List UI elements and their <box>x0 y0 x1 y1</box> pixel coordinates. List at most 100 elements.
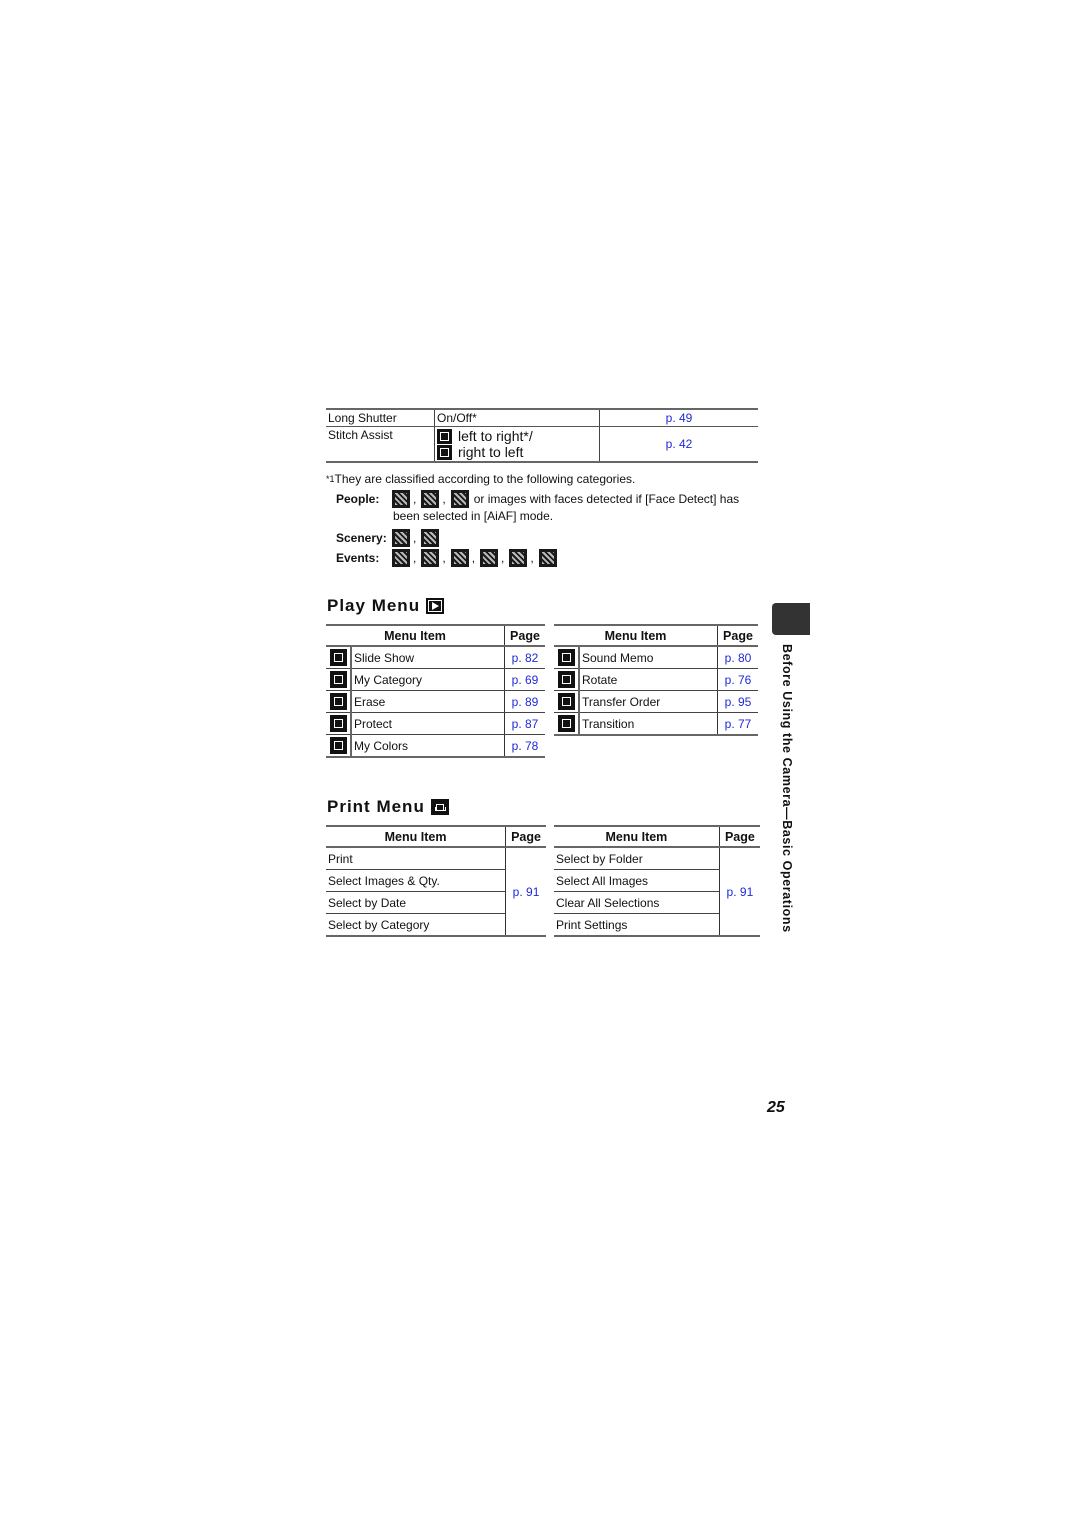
category-scenery: Scenery: , <box>326 529 766 547</box>
item-long-shutter: Long Shutter <box>326 408 435 427</box>
chapter-title-text: Before Using the Camera—Basic Operations <box>780 644 794 933</box>
table-row: Stitch Assist left to right*/ right to l… <box>326 426 758 463</box>
page-link[interactable]: p. 82 <box>504 646 545 669</box>
menu-item-label: Transition <box>579 712 718 736</box>
menu-item-label: Protect <box>351 712 505 735</box>
page-link[interactable]: p. 76 <box>717 668 758 691</box>
page-link[interactable]: p. 87 <box>504 712 545 735</box>
footnote: *1They are classified according to the f… <box>326 471 766 567</box>
section-title: Play Menu <box>327 596 421 615</box>
table-row: Sound Memo p. 80 <box>554 646 758 669</box>
stitch-right-to-left-icon <box>437 444 452 460</box>
page-link[interactable]: p. 42 <box>599 426 758 463</box>
column-header-menu-item: Menu Item <box>326 825 506 848</box>
page-link[interactable]: p. 69 <box>504 668 545 691</box>
column-header-page: Page <box>504 624 545 647</box>
page-link[interactable]: p. 78 <box>504 734 545 758</box>
foliage-icon <box>421 529 440 547</box>
menu-item-label: Select Images & Qty. <box>326 869 506 892</box>
page-link[interactable]: p. 80 <box>717 646 758 669</box>
column-header-menu-item: Menu Item <box>554 624 718 647</box>
kids-and-pets-icon <box>421 490 440 508</box>
sound-memo-icon <box>557 649 575 666</box>
landscape-icon <box>392 529 410 547</box>
menu-item-label: Transfer Order <box>579 690 718 713</box>
page-link[interactable]: p. 89 <box>504 690 545 713</box>
menu-item-label: Print Settings <box>554 913 720 937</box>
print-menu-table-left: Menu Item Page Print p. 91 Select Images… <box>326 825 546 937</box>
menu-item-label: My Colors <box>351 734 505 758</box>
table-row: Transfer Order p. 95 <box>554 690 758 713</box>
table-row: Transition p. 77 <box>554 712 758 736</box>
transfer-order-icon <box>557 693 575 710</box>
my-category-icon <box>329 671 347 688</box>
page-link[interactable]: p. 77 <box>717 712 758 736</box>
play-menu-heading: Play Menu <box>327 596 445 616</box>
table-row: Print p. 91 <box>326 847 546 937</box>
menu-item-label: Slide Show <box>351 646 505 669</box>
footnote-marker: *1 <box>326 474 335 484</box>
stitch-left-to-right-icon <box>437 428 452 444</box>
column-header-page: Page <box>717 624 758 647</box>
table-row: Long Shutter On/Off* p. 49 <box>326 408 758 427</box>
table-row: Protect p. 87 <box>326 712 545 735</box>
play-menu-table-right: Menu Item Page Sound Memo p. 80 Rotate p… <box>554 624 758 736</box>
rotate-icon <box>557 671 575 688</box>
snow-icon <box>421 549 440 567</box>
setting-value: left to right*/ right to left <box>434 426 600 463</box>
portrait-icon <box>392 490 410 508</box>
column-header-page: Page <box>505 825 546 848</box>
table-row: Slide Show p. 82 <box>326 646 545 669</box>
menu-item-label: Rotate <box>579 668 718 691</box>
table-row: Erase p. 89 <box>326 690 545 713</box>
print-menu-table-right: Menu Item Page Select by Folder p. 91 Se… <box>554 825 760 937</box>
menu-item-label: Select by Folder <box>554 847 720 870</box>
shooting-settings-table: Long Shutter On/Off* p. 49 Stitch Assist… <box>326 408 758 463</box>
play-icon <box>426 598 445 614</box>
my-colors-icon <box>329 737 347 754</box>
category-events: Events: , , , , , <box>326 549 766 567</box>
menu-item-label: Select by Date <box>326 891 506 914</box>
pets-icon <box>450 490 469 508</box>
table-row: Select by Folder p. 91 <box>554 847 760 937</box>
menu-item-label: Clear All Selections <box>554 891 720 914</box>
menu-item-label: Print <box>326 847 506 870</box>
play-menu-table-left: Menu Item Page Slide Show p. 82 My Categ… <box>326 624 545 758</box>
category-people: People: , , or images with faces detecte… <box>326 490 766 508</box>
chapter-tab <box>772 603 810 635</box>
party-icon <box>392 549 410 567</box>
erase-icon <box>329 693 347 710</box>
column-header-menu-item: Menu Item <box>554 825 720 848</box>
page-link[interactable]: p. 95 <box>717 690 758 713</box>
protect-key-icon <box>329 715 347 732</box>
item-stitch-assist: Stitch Assist <box>326 426 435 463</box>
table-row: Rotate p. 76 <box>554 668 758 691</box>
table-row: My Colors p. 78 <box>326 734 545 758</box>
category-text-continued: been selected in [AiAF] mode. <box>393 509 554 523</box>
setting-option: right to left <box>458 444 524 460</box>
slide-show-icon <box>329 649 347 666</box>
setting-value: On/Off* <box>434 408 600 427</box>
page-link[interactable]: p. 49 <box>599 408 758 427</box>
menu-item-label: Select by Category <box>326 913 506 937</box>
setting-option: left to right*/ <box>458 428 533 444</box>
aquarium-icon <box>509 549 528 567</box>
category-label: People: <box>336 491 380 506</box>
category-text: or images with faces detected if [Face D… <box>473 491 740 506</box>
underwater-icon <box>538 549 557 567</box>
page-link[interactable]: p. 91 <box>505 847 546 937</box>
category-label: Scenery: <box>336 530 387 545</box>
menu-item-label: My Category <box>351 668 505 691</box>
print-icon <box>430 799 449 815</box>
page-link[interactable]: p. 91 <box>718 847 760 937</box>
menu-item-label: Select All Images <box>554 869 720 892</box>
transition-icon <box>557 715 575 732</box>
menu-item-label: Sound Memo <box>579 646 718 669</box>
print-menu-heading: Print Menu <box>327 797 449 817</box>
category-label: Events: <box>336 550 380 565</box>
footnote-text: They are classified according to the fol… <box>334 472 636 486</box>
page-number: 25 <box>767 1099 785 1116</box>
column-header-page: Page <box>718 825 760 848</box>
menu-item-label: Erase <box>351 690 505 713</box>
column-header-menu-item: Menu Item <box>326 624 505 647</box>
